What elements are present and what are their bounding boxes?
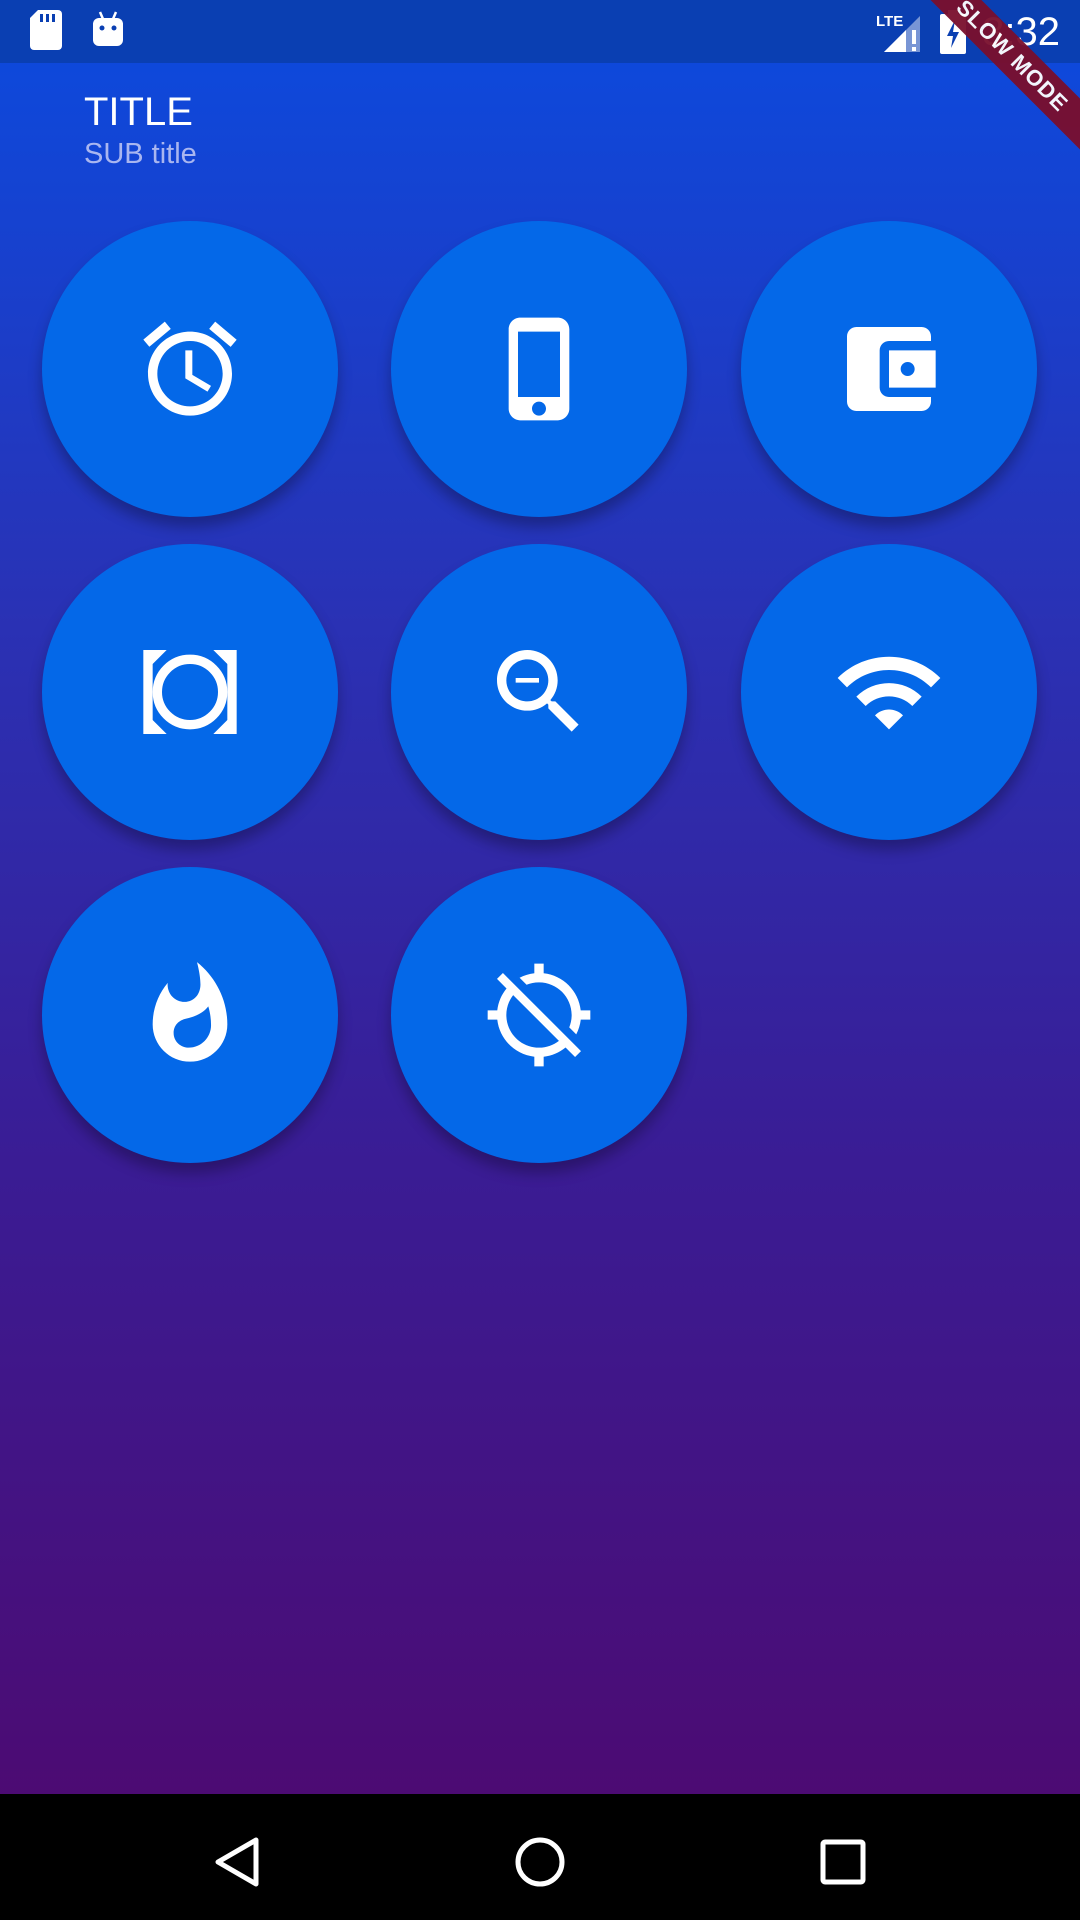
page-subtitle: SUB title — [84, 138, 197, 170]
alarm-icon — [143, 321, 237, 416]
smartphone-icon — [508, 317, 570, 421]
location-disabled-icon — [487, 963, 591, 1067]
camera-rotate-button[interactable] — [42, 544, 338, 840]
recents-button[interactable] — [813, 1832, 873, 1892]
back-icon — [215, 1837, 259, 1887]
location-disabled-button[interactable] — [391, 867, 687, 1163]
zoom-out-icon — [497, 650, 579, 732]
fire-button[interactable] — [42, 867, 338, 1163]
recents-icon — [820, 1839, 866, 1885]
wallet-icon — [847, 327, 936, 411]
smartphone-button[interactable] — [391, 221, 687, 517]
status-bar: LTE 3:32 — [0, 0, 1080, 63]
camera-rotate-icon — [143, 650, 237, 734]
zoom-out-button[interactable] — [391, 544, 687, 840]
page-title: TITLE — [84, 90, 193, 134]
sd-card-icon — [30, 10, 62, 50]
network-label: LTE — [876, 13, 903, 30]
lte-signal-icon: LTE — [876, 10, 924, 54]
navigation-bar — [0, 1794, 1080, 1920]
home-button[interactable] — [510, 1832, 570, 1892]
android-icon — [92, 10, 124, 50]
wallet-button[interactable] — [741, 221, 1037, 517]
header: TITLE SUB title — [84, 88, 197, 172]
back-button[interactable] — [207, 1832, 267, 1892]
wifi-icon — [837, 656, 941, 730]
home-icon — [515, 1837, 565, 1887]
wifi-button[interactable] — [741, 544, 1037, 840]
app-screen: LTE 3:32 SLOW MODE TITLE SUB title — [0, 0, 1080, 1794]
alarm-button[interactable] — [42, 221, 338, 517]
fire-icon — [152, 962, 228, 1062]
